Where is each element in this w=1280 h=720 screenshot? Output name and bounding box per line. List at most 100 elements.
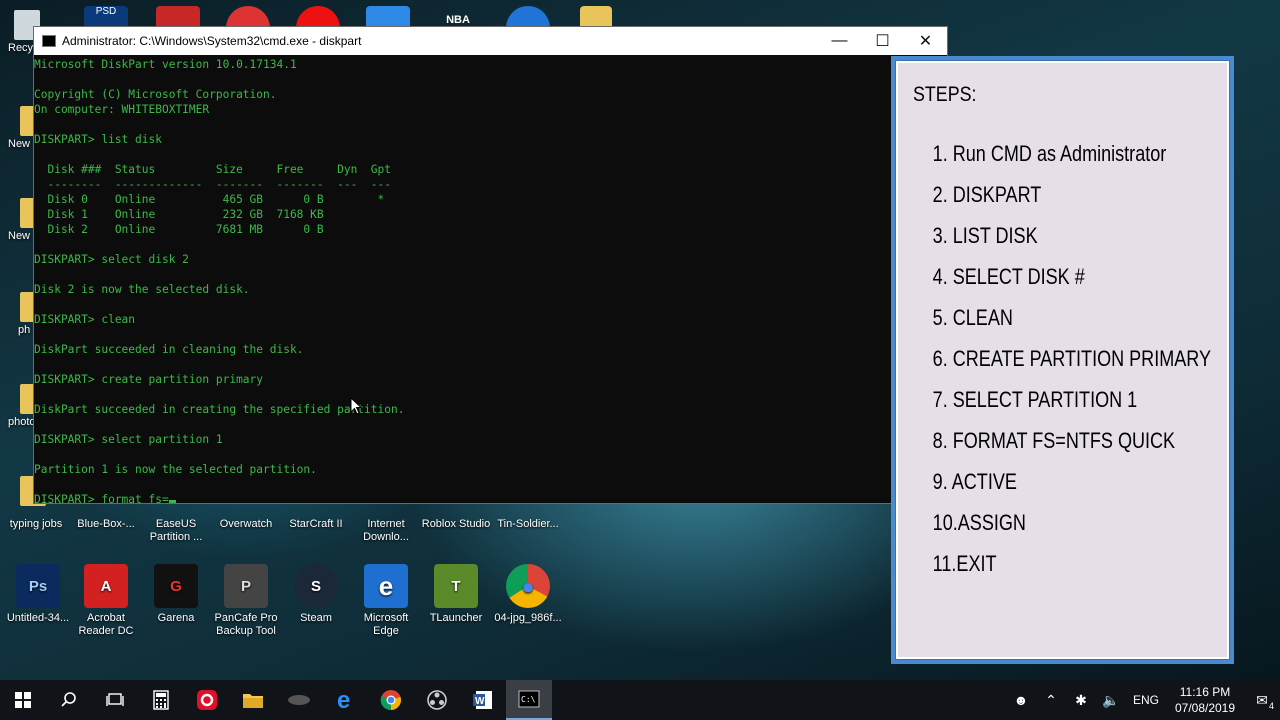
new-folder-icon-1[interactable]: New — [0, 106, 46, 150]
cmd-output-line: DISKPART> list disk — [34, 133, 162, 146]
chrome-icon: ● — [506, 564, 550, 608]
pancafe-backup-icon[interactable]: P PanCafe Pro Backup Tool — [210, 564, 282, 638]
cmd-output-line: Disk 1 Online 232 GB 7168 KB — [34, 208, 324, 221]
taskbar-game-app[interactable] — [276, 680, 322, 720]
taskbar-calculator[interactable] — [138, 680, 184, 720]
cmd-prompt-text: DISKPART> format fs= — [34, 493, 169, 506]
obs-icon — [427, 690, 447, 710]
chrome-icon — [380, 690, 401, 711]
notification-center-icon[interactable]: ✉ 4 — [1244, 692, 1280, 711]
microsoft-edge-app-icon[interactable]: e Microsoft Edge — [350, 564, 422, 638]
taskbar-edge[interactable]: e — [322, 680, 368, 720]
step-item: 10.ASSIGN — [932, 510, 1026, 535]
svg-text:e: e — [337, 689, 350, 711]
system-tray: ☻ ⌃ ✱ 🔈 ENG 11:16 PM 07/08/2019 ✉ 4 — [1006, 680, 1280, 720]
taskbar-file-explorer[interactable] — [230, 680, 276, 720]
new-folder-icon-2[interactable]: New — [0, 198, 46, 242]
chrome-file-app-icon[interactable]: ● 04-jpg_986f... — [492, 564, 564, 625]
chevron-up-icon[interactable]: ⌃ — [1036, 692, 1066, 709]
cmd-title-bar[interactable]: Administrator: C:\Windows\System32\cmd.e… — [34, 27, 947, 55]
cmd-console-output[interactable]: Microsoft DiskPart version 10.0.17134.1 C… — [34, 55, 947, 507]
cmd-output-line: Disk 2 is now the selected disk. — [34, 283, 250, 296]
acrobat-icon: A — [84, 564, 128, 608]
steam-app-icon[interactable]: S Steam — [280, 564, 352, 625]
photo-folder-icon[interactable]: photo — [0, 384, 46, 428]
cmd-prompt-line[interactable]: DISKPART> format fs= — [34, 492, 947, 507]
taskbar-cmd[interactable]: C:\ — [506, 680, 552, 720]
step-item: 3. LIST DISK — [932, 223, 1038, 248]
roblox-studio-icon[interactable]: Roblox Studio — [420, 518, 492, 531]
step-item: 7. SELECT PARTITION 1 — [932, 387, 1138, 412]
garena-label: Garena — [157, 612, 195, 624]
overwatch-label: Overwatch — [219, 518, 273, 530]
cmd-window[interactable]: Administrator: C:\Windows\System32\cmd.e… — [33, 26, 948, 507]
close-button[interactable]: ✕ — [904, 31, 947, 51]
acrobat-reader-icon[interactable]: A Acrobat Reader DC — [70, 564, 142, 638]
microsoft-edge-label: Microsoft Edge — [363, 612, 409, 637]
new-folder-label-2: New — [8, 230, 31, 242]
cmd-output-line: DISKPART> create partition primary — [34, 373, 264, 386]
steam-icon: S — [294, 564, 338, 608]
easeus-icon[interactable]: EaseUS Partition ... — [140, 518, 212, 544]
tlauncher-label: TLauncher — [429, 612, 483, 624]
photoshop-file-label: Untitled-34... — [6, 612, 70, 624]
ph-folder-icon[interactable]: ph — [0, 292, 46, 336]
cmd-output-line — [34, 447, 947, 462]
cmd-output-line — [34, 327, 947, 342]
cmd-output-line — [34, 417, 947, 432]
cmd-output-line: DiskPart succeeded in creating the speci… — [34, 403, 405, 416]
network-icon[interactable]: ✱ — [1066, 692, 1096, 709]
cmd-output-line — [34, 387, 947, 402]
taskbar-red-app[interactable] — [184, 680, 230, 720]
photoshop-icon: Ps — [16, 564, 60, 608]
cmd-output-line: Disk 0 Online 465 GB 0 B * — [34, 193, 385, 206]
cmd-output-line — [34, 117, 947, 132]
tin-soldier-label: Tin-Soldier... — [497, 518, 559, 530]
cmd-output-line — [34, 477, 947, 492]
red-app-icon — [197, 690, 217, 710]
cmd-output-line: Disk ### Status Size Free Dyn Gpt — [34, 163, 391, 176]
recycle-bin-label: Recy — [8, 42, 34, 54]
search-button[interactable] — [46, 680, 92, 720]
taskbar-chrome[interactable] — [368, 680, 414, 720]
start-button[interactable] — [0, 680, 46, 720]
easeus-label: EaseUS Partition ... — [149, 518, 203, 543]
cmd-output-line: DISKPART> clean — [34, 313, 136, 326]
steps-title: STEPS: — [913, 83, 977, 106]
cmd-window-title: Administrator: C:\Windows\System32\cmd.e… — [62, 34, 362, 48]
overwatch-icon[interactable]: Overwatch — [210, 518, 282, 531]
gamepad-icon — [288, 695, 310, 705]
typing-jobs-icon[interactable]: typing jobs — [0, 518, 72, 531]
photoshop-file-icon[interactable]: Ps Untitled-34... — [2, 564, 74, 625]
steam-label: Steam — [300, 612, 332, 624]
pancafe-label: PanCafe Pro Backup Tool — [214, 612, 278, 637]
internet-download-icon[interactable]: Internet Downlo... — [350, 518, 422, 544]
blue-box-label: Blue-Box-... — [77, 518, 135, 530]
cmd-output-line — [34, 147, 947, 162]
steps-panel-inner: STEPS: 1. Run CMD as Administrator 2. DIS… — [895, 60, 1230, 660]
clock-date: 07/08/2019 — [1174, 701, 1236, 715]
windows-logo-icon — [15, 692, 31, 708]
garena-app-icon[interactable]: G Garena — [140, 564, 212, 625]
volume-icon[interactable]: 🔈 — [1096, 692, 1126, 709]
cmd-output-line: On computer: WHITEBOXTIMER — [34, 103, 210, 116]
cmd-output-line: DISKPART> select partition 1 — [34, 433, 223, 446]
language-indicator[interactable]: ENG — [1126, 693, 1166, 707]
people-icon[interactable]: ☻ — [1006, 692, 1036, 708]
taskbar-obs[interactable] — [414, 680, 460, 720]
tin-soldier-icon[interactable]: Tin-Soldier... — [492, 518, 564, 531]
taskbar-word[interactable]: W — [460, 680, 506, 720]
starcraft-icon[interactable]: StarCraft II — [280, 518, 352, 531]
step-item: 11.EXIT — [932, 551, 997, 576]
minimize-button[interactable]: — — [818, 32, 861, 50]
task-view-button[interactable] — [92, 680, 138, 720]
calculator-icon — [153, 690, 169, 710]
recycle-bin-icon[interactable]: Recy — [0, 10, 40, 54]
clock[interactable]: 11:16 PM 07/08/2019 — [1166, 684, 1244, 716]
tlauncher-app-icon[interactable]: T TLauncher — [420, 564, 492, 625]
cmd-output-line: Disk 2 Online 7681 MB 0 B — [34, 223, 324, 236]
maximize-button[interactable]: ☐ — [861, 31, 904, 51]
folder-icon-3[interactable] — [0, 476, 46, 506]
pancafe-icon: P — [224, 564, 268, 608]
blue-box-icon[interactable]: Blue-Box-... — [70, 518, 142, 531]
